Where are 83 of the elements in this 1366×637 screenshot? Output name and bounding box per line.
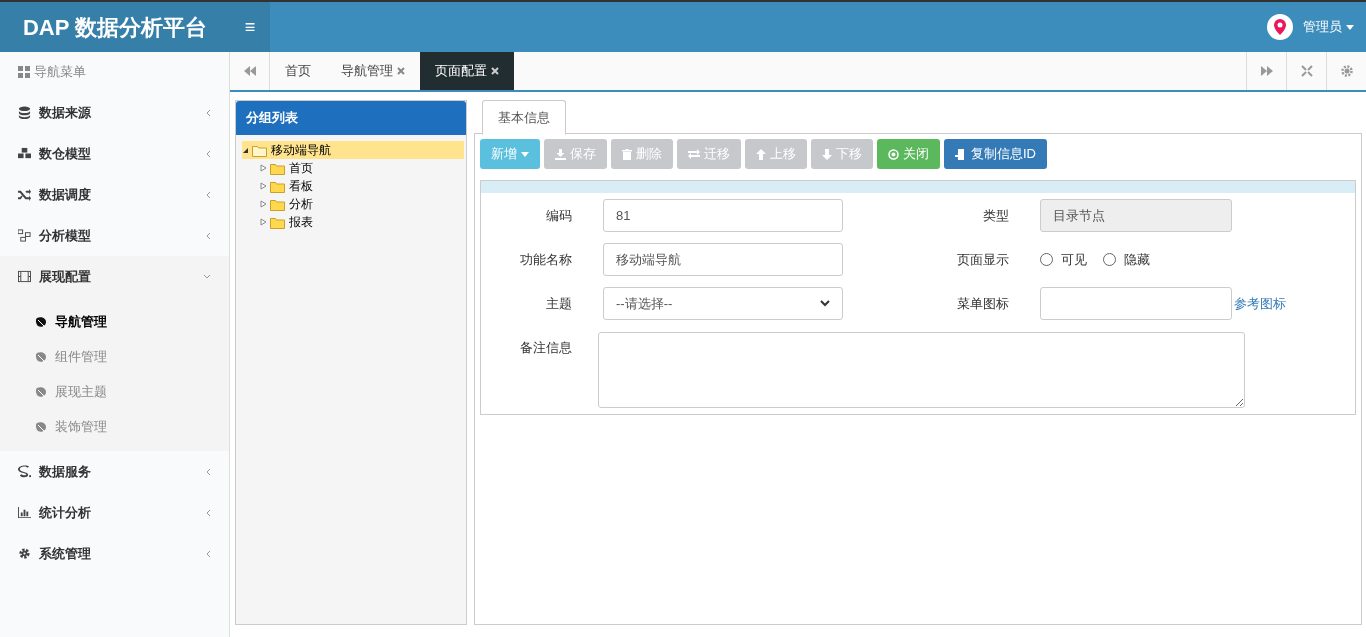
user-avatar-icon [1267, 14, 1293, 40]
radio-label: 可见 [1061, 250, 1087, 269]
sidebar-item[interactable]: 展现配置 [0, 256, 229, 297]
field-label: 类型 [982, 206, 1009, 225]
panel-title: 分组列表 [236, 101, 466, 135]
tree-node[interactable]: 看板 [242, 177, 464, 195]
sidebar-item[interactable]: 系统管理 [0, 533, 229, 574]
radio-button[interactable] [1040, 253, 1053, 266]
double-right-arrow-icon [1260, 66, 1273, 76]
sidebar-item[interactable]: 分析模型 [0, 215, 229, 256]
fullscreen-icon [1300, 65, 1313, 77]
gear-icon [18, 547, 31, 560]
download-icon [555, 148, 566, 160]
page-tab[interactable]: 首页 [270, 52, 326, 90]
submenu-item[interactable]: 导航管理 [0, 304, 229, 339]
chevron-left-icon [205, 108, 211, 117]
swap-arrows-icon [688, 149, 700, 159]
sidebar-item[interactable]: 数据调度 [0, 174, 229, 215]
shuffle-icon [18, 188, 31, 201]
tree-node[interactable]: 分析 [242, 195, 464, 213]
folder-icon [270, 179, 286, 193]
page-tab[interactable]: 页面配置 [420, 52, 514, 90]
folder-icon [270, 161, 286, 175]
radio-label: 隐藏 [1124, 250, 1150, 269]
app-logo[interactable]: DAP 数据分析平台 [0, 2, 230, 52]
sidebar-item[interactable]: 数据来源 [0, 92, 229, 133]
letter-s-icon [18, 465, 31, 478]
caret-icon [1346, 24, 1354, 30]
expanded-triangle-icon[interactable] [242, 146, 249, 154]
grid-icon [18, 66, 30, 78]
diagram-icon [18, 229, 31, 242]
film-icon [18, 270, 31, 283]
folder-icon [270, 197, 286, 211]
collapsed-triangle-icon[interactable] [260, 182, 267, 190]
chevron-left-icon [205, 549, 211, 558]
menu-icon-field[interactable] [1040, 287, 1232, 320]
cubes-icon [18, 147, 31, 160]
chevron-left-icon [205, 190, 211, 199]
folder-icon [270, 215, 286, 229]
field-label: 功能名称 [519, 250, 572, 269]
sidebar-title: 导航菜单 [34, 63, 86, 82]
bar-chart-icon [18, 506, 31, 519]
toolbar-button[interactable]: 复制信息ID [944, 139, 1047, 169]
field-label: 备注信息 [519, 339, 572, 357]
chevron-left-icon [205, 508, 211, 517]
chevron-left-icon [205, 231, 211, 240]
chevron-left-icon [205, 467, 211, 476]
arrow-up-icon [756, 148, 766, 160]
field-label: 主题 [545, 294, 572, 313]
folder-icon [252, 143, 268, 157]
collapsed-triangle-icon[interactable] [260, 218, 267, 226]
chevron-left-icon [205, 149, 211, 158]
page-tab[interactable]: 导航管理 [326, 52, 420, 90]
code-field[interactable]: 81 [603, 199, 843, 232]
chevron-down-icon [820, 300, 830, 307]
arrow-down-icon [822, 148, 832, 160]
close-circle-icon [888, 148, 899, 160]
name-field[interactable]: 移动端导航 [603, 243, 843, 276]
form-tab[interactable]: 基本信息 [482, 100, 566, 135]
tree-node[interactable]: 移动端导航 [242, 141, 464, 159]
field-label: 编码 [545, 206, 572, 225]
tree-node[interactable]: 报表 [242, 213, 464, 231]
field-label: 页面显示 [956, 250, 1009, 269]
gear-icon [1340, 65, 1353, 77]
radio-button[interactable] [1103, 253, 1116, 266]
menu-toggle-button[interactable]: ≡ [230, 2, 270, 52]
clipboard-icon [955, 148, 967, 160]
sidebar-item[interactable]: 数仓模型 [0, 133, 229, 174]
remark-field[interactable] [598, 332, 1245, 408]
database-icon [18, 106, 31, 119]
trash-icon [622, 148, 632, 160]
chevron-down-icon [203, 273, 211, 280]
theme-select[interactable]: --请选择-- [603, 287, 843, 320]
tree-node[interactable]: 首页 [242, 159, 464, 177]
collapsed-triangle-icon[interactable] [260, 200, 267, 208]
collapsed-triangle-icon[interactable] [260, 164, 267, 172]
field-label: 菜单图标 [956, 294, 1009, 313]
user-menu-button[interactable]: 管理员 [1303, 17, 1354, 37]
double-left-arrow-icon [243, 66, 256, 76]
sidebar-item[interactable]: 统计分析 [0, 492, 229, 533]
sidebar-item[interactable]: 数据服务 [0, 451, 229, 492]
close-icon[interactable] [491, 67, 499, 75]
reference-icons-link[interactable]: 参考图标 [1234, 293, 1286, 314]
